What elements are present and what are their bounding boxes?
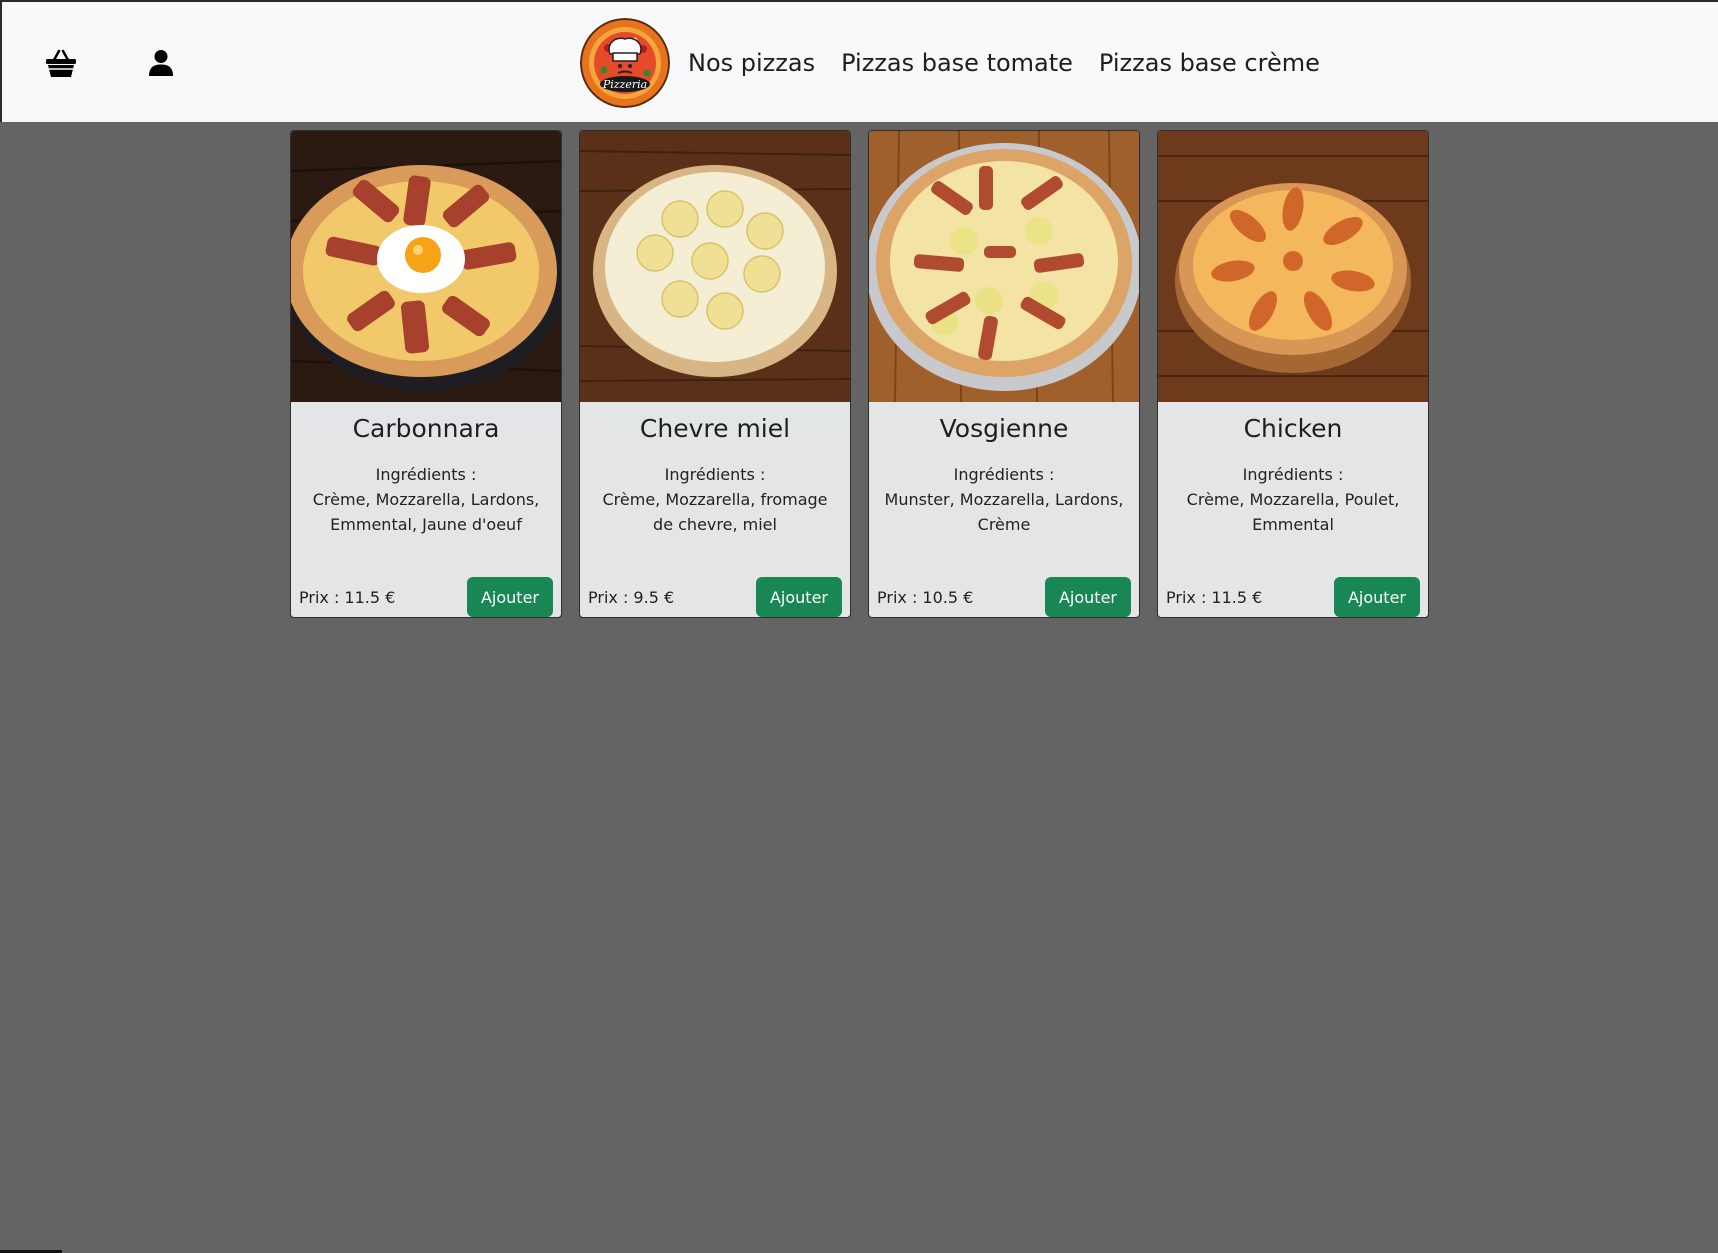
main-nav: Pizzeria Nos pizzas Pizzas base tomate P… [580, 18, 1320, 108]
nav-link-base-tomate[interactable]: Pizzas base tomate [841, 49, 1073, 77]
pizza-card: Chicken Ingrédients : Crème, Mozzarella,… [1157, 130, 1429, 618]
ingredients-list: Crème, Mozzarella, Lardons, Emmental, Ja… [312, 490, 540, 534]
ingredients-list: Crème, Mozzarella, fromage de chevre, mi… [602, 490, 828, 534]
pizza-image-chevre-miel [580, 131, 850, 402]
pizza-image-carbonnara [291, 131, 561, 402]
ingredients-label: Ingrédients : [375, 465, 477, 484]
user-icon[interactable] [144, 46, 178, 80]
ingredients-label: Ingrédients : [1242, 465, 1344, 484]
pizza-card: Carbonnara Ingrédients : Crème, Mozzarel… [290, 130, 562, 618]
ingredients-list: Munster, Mozzarella, Lardons, Crème [884, 490, 1124, 534]
pizza-name: Chicken [1243, 414, 1343, 443]
pizza-image-chicken [1158, 131, 1428, 402]
nav-link-nos-pizzas[interactable]: Nos pizzas [688, 49, 815, 77]
card-footer: Prix : 11.5 € Ajouter [299, 577, 553, 617]
basket-icon[interactable] [44, 46, 78, 80]
navbar: Pizzeria Nos pizzas Pizzas base tomate P… [0, 0, 1718, 122]
price: Prix : 10.5 € [877, 587, 974, 607]
nav-link-base-creme[interactable]: Pizzas base crème [1099, 49, 1320, 77]
add-to-cart-button[interactable]: Ajouter [466, 577, 553, 617]
pizzeria-logo[interactable]: Pizzeria [580, 18, 670, 108]
pizza-card: Vosgienne Ingrédients : Munster, Mozzare… [868, 130, 1140, 618]
pizza-list: Carbonnara Ingrédients : Crème, Mozzarel… [290, 130, 1429, 618]
price: Prix : 11.5 € [1166, 587, 1263, 607]
pizza-name: Carbonnara [352, 414, 500, 443]
pizza-image-vosgienne [869, 131, 1139, 402]
card-footer: Prix : 9.5 € Ajouter [588, 577, 842, 617]
logo-text: Pizzeria [602, 78, 647, 91]
ingredients-list: Crème, Mozzarella, Poulet, Emmental [1186, 490, 1400, 534]
price: Prix : 11.5 € [299, 587, 396, 607]
nav-actions [44, 46, 178, 80]
ingredients-label: Ingrédients : [664, 465, 766, 484]
card-footer: Prix : 11.5 € Ajouter [1166, 577, 1420, 617]
pizza-card: Chevre miel Ingrédients : Crème, Mozzare… [579, 130, 851, 618]
ingredients-label: Ingrédients : [953, 465, 1055, 484]
add-to-cart-button[interactable]: Ajouter [1333, 577, 1420, 617]
price: Prix : 9.5 € [588, 587, 675, 607]
pizza-name: Vosgienne [939, 414, 1069, 443]
card-footer: Prix : 10.5 € Ajouter [877, 577, 1131, 617]
add-to-cart-button[interactable]: Ajouter [755, 577, 842, 617]
pizza-name: Chevre miel [639, 414, 791, 443]
add-to-cart-button[interactable]: Ajouter [1044, 577, 1131, 617]
